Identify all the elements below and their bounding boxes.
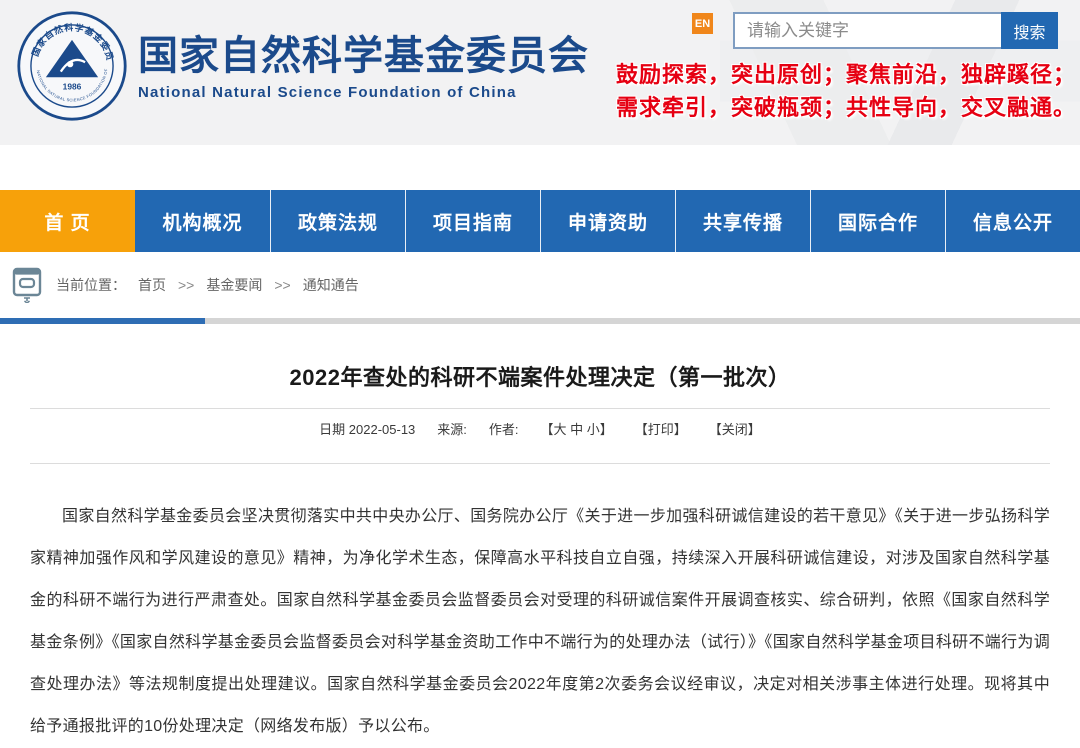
svg-text:1986: 1986 xyxy=(63,81,82,91)
font-size-control[interactable]: 【大 中 小】 xyxy=(541,419,613,438)
breadcrumb-separator: >> xyxy=(178,277,195,293)
nav-item-sharing[interactable]: 共享传播 xyxy=(675,190,810,252)
site-logo[interactable]: 国家自然科学基金委员会 NATIONAL NATURAL SCIENCE FOU… xyxy=(16,10,589,122)
article-source-label: 来源: xyxy=(437,421,467,437)
main-nav: 首 页 机构概况 政策法规 项目指南 申请资助 共享传播 国际合作 信息公开 xyxy=(0,190,1080,252)
article-date: 日期 2022-05-13 xyxy=(319,421,416,437)
nsfc-seal-icon: 国家自然科学基金委员会 NATIONAL NATURAL SCIENCE FOU… xyxy=(16,10,127,121)
close-button[interactable]: 【关闭】 xyxy=(709,419,761,438)
breadcrumb-item-fund-news[interactable]: 基金要闻 xyxy=(206,275,262,295)
notebook-icon xyxy=(12,267,42,303)
breadcrumb-separator: >> xyxy=(274,277,291,293)
breadcrumb-item-notices[interactable]: 通知通告 xyxy=(303,275,359,295)
slogan-banner: 鼓励探索，突出原创；聚焦前沿，独辟蹊径； 需求牵引，突破瓶颈；共性导向，交叉融通… xyxy=(576,58,1076,124)
slogan-line-1: 鼓励探索，突出原创；聚焦前沿，独辟蹊径； xyxy=(615,62,1076,87)
slogan-line-2: 需求牵引，突破瓶颈；共性导向，交叉融通。 xyxy=(615,95,1076,120)
search-bar: 搜索 xyxy=(733,12,1058,49)
site-title-en: National Natural Science Foundation of C… xyxy=(138,83,517,101)
nav-item-programme-guide[interactable]: 项目指南 xyxy=(405,190,540,252)
meta-rule-bottom xyxy=(30,463,1050,464)
breadcrumb-label: 当前位置： xyxy=(56,277,126,293)
nav-item-international[interactable]: 国际合作 xyxy=(810,190,945,252)
article-content: 2022年查处的科研不端案件处理决定（第一批次） 日期 2022-05-13 来… xyxy=(0,324,1080,748)
search-button[interactable]: 搜索 xyxy=(1001,12,1058,49)
nav-item-home[interactable]: 首 页 xyxy=(0,190,135,252)
print-button[interactable]: 【打印】 xyxy=(635,419,687,438)
breadcrumb: 当前位置： 首页 >> 基金要闻 >> 通知通告 xyxy=(0,252,1080,318)
nav-item-organization[interactable]: 机构概况 xyxy=(135,190,270,252)
article-title: 2022年查处的科研不端案件处理决定（第一批次） xyxy=(289,365,791,390)
site-title-cn: 国家自然科学基金委员会 xyxy=(138,33,589,78)
search-input[interactable] xyxy=(733,12,1001,49)
article-author-label: 作者: xyxy=(488,421,519,437)
article-body-paragraph: 国家自然科学基金委员会坚决贯彻落实中共中央办公厅、国务院办公厅《关于进一步加强科… xyxy=(30,508,1050,735)
nav-item-policies[interactable]: 政策法规 xyxy=(270,190,405,252)
article-meta: 日期 2022-05-13 来源: 作者: 【大 中 小】 【打印】 【关闭】 xyxy=(30,409,1050,447)
nav-item-apply-funding[interactable]: 申请资助 xyxy=(540,190,675,252)
breadcrumb-item-home[interactable]: 首页 xyxy=(138,275,166,295)
nav-item-info-disclosure[interactable]: 信息公开 xyxy=(945,190,1080,252)
site-header: 国家自然科学基金委员会 NATIONAL NATURAL SCIENCE FOU… xyxy=(0,0,1080,145)
english-version-button[interactable]: EN xyxy=(692,13,713,34)
